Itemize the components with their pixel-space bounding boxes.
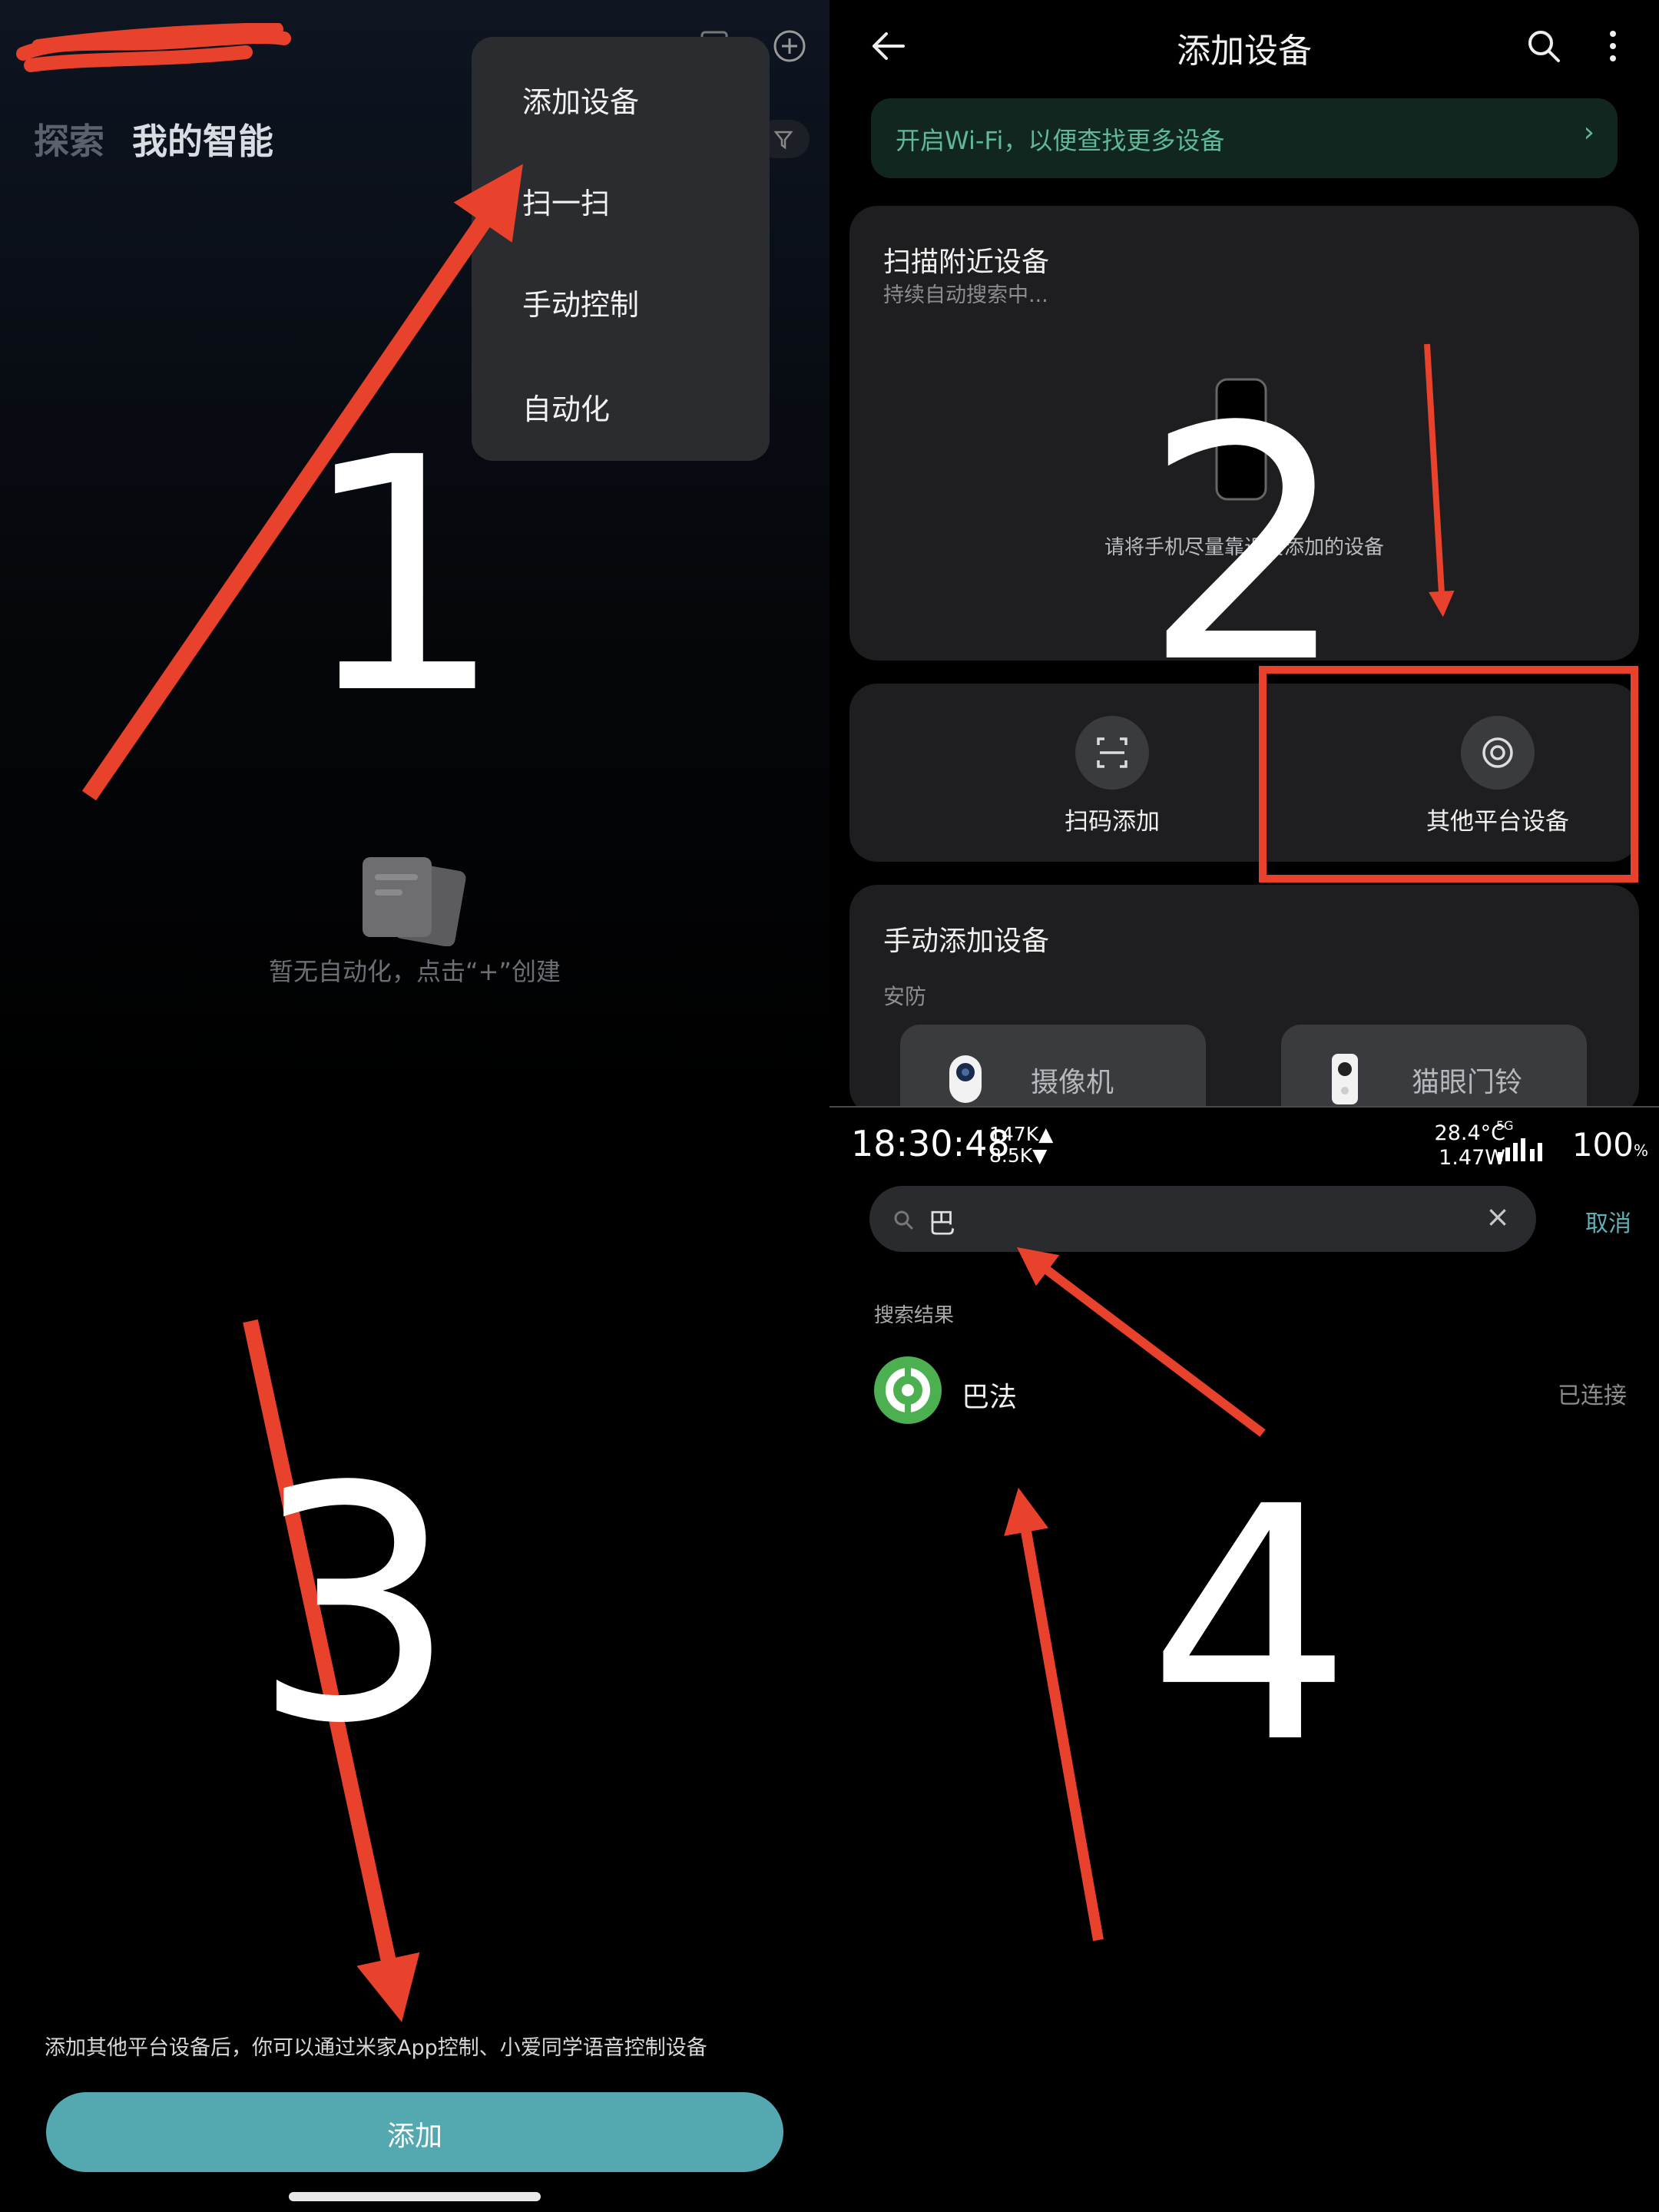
redacted-title-scribble (16, 23, 291, 72)
category-security: 安防 (883, 984, 927, 1009)
search-icon[interactable] (1525, 28, 1562, 65)
search-icon (894, 1210, 913, 1230)
quick-add-card: 扫码添加 其他平台设备 (849, 684, 1639, 862)
network-type: 5G (1496, 1118, 1514, 1133)
search-input[interactable]: 巴 × (869, 1186, 1536, 1252)
scan-subtitle: 持续自动搜索中... (883, 283, 1048, 307)
search-result-row[interactable]: 巴法 已连接 (874, 1356, 1627, 1430)
menu-item-add-device[interactable]: 添加设备 (522, 78, 639, 121)
panel-add-platform-devices: 添加其他平台设备后，你可以通过米家App控制、小爱同学语音控制设备 添加 (0, 1106, 830, 2212)
upload-speed: 147K▲ (989, 1123, 1054, 1145)
device-label-camera: 摄像机 (1031, 1067, 1114, 1098)
bafa-logo-icon (874, 1356, 942, 1424)
menu-item-manual-control[interactable]: 手动控制 (522, 281, 639, 323)
scan-nearby-card: 扫描附近设备 持续自动搜索中... 请将手机尽量靠近要添加的设备 (849, 206, 1639, 661)
tab-my-smart[interactable]: 我的智能 (132, 114, 273, 164)
status-time: 18:30:48 (851, 1123, 1010, 1164)
tab-explore[interactable]: 探索 (34, 114, 104, 164)
wifi-banner-text: 开启Wi-Fi，以便查找更多设备 (896, 126, 1225, 155)
panel-my-smart: 探索 我的智能 添加设备 扫一扫 手动控制 自动化 暂无自动化，点击“+”创建 (0, 0, 830, 1106)
add-button-label: 添加 (386, 2121, 442, 2152)
empty-document-icon (363, 857, 466, 946)
other-platform-icon (1482, 737, 1513, 768)
cancel-button[interactable]: 取消 (1585, 1204, 1631, 1238)
download-speed: 8.5K▼ (989, 1144, 1048, 1167)
manual-add-card: 手动添加设备 安防 摄像机 猫眼门铃 (849, 885, 1639, 1132)
signal-bars-icon (1498, 1138, 1542, 1161)
add-button[interactable]: 添加 (46, 2092, 783, 2172)
add-dropdown-menu: 添加设备 扫一扫 手动控制 自动化 (472, 37, 770, 461)
more-options-icon[interactable] (1605, 29, 1621, 63)
camera-icon (949, 1055, 982, 1103)
menu-item-scan[interactable]: 扫一扫 (522, 180, 610, 222)
battery-readout: 100% (1572, 1126, 1648, 1164)
device-label-doorbell: 猫眼门铃 (1412, 1067, 1523, 1098)
chevron-right-icon: › (1583, 117, 1594, 148)
panel-add-device: 添加设备 开启Wi-Fi，以便查找更多设备 › 扫描附近设备 持续自动搜索中..… (830, 0, 1659, 1132)
result-name: 巴法 (962, 1382, 1018, 1413)
phone-illustration-icon (1215, 378, 1267, 501)
scan-code-button-icon[interactable] (1075, 716, 1149, 790)
add-plus-icon[interactable] (773, 29, 806, 63)
scan-title: 扫描附近设备 (883, 247, 1050, 278)
home-indicator[interactable] (289, 2192, 541, 2201)
wifi-banner[interactable]: 开启Wi-Fi，以便查找更多设备 › (871, 98, 1618, 178)
platform-description: 添加其他平台设备后，你可以通过米家App控制、小爱同学语音控制设备 (45, 2036, 707, 2060)
panel-search-platform: 18:30:48 147K▲ 8.5K▼ 28.4°C 1.47W 5G 100… (830, 1106, 1659, 2212)
empty-state-text: 暂无自动化，点击“+”创建 (269, 957, 561, 986)
battery-level: 100 (1571, 1126, 1634, 1164)
manual-add-title: 手动添加设备 (883, 926, 1050, 957)
search-results-label: 搜索结果 (874, 1304, 955, 1327)
scan-code-label[interactable]: 扫码添加 (989, 802, 1235, 836)
other-platform-label[interactable]: 其他平台设备 (1375, 802, 1621, 836)
panel-divider (830, 1106, 1659, 1108)
search-value: 巴 (928, 1208, 956, 1240)
result-status: 已连接 (1558, 1382, 1627, 1409)
scan-hint: 请将手机尽量靠近要添加的设备 (1104, 536, 1384, 559)
clear-icon[interactable]: × (1485, 1200, 1510, 1233)
doorbell-icon (1332, 1054, 1358, 1104)
menu-item-automation[interactable]: 自动化 (522, 386, 610, 428)
status-bar: 18:30:48 147K▲ 8.5K▼ 28.4°C 1.47W 5G 100… (830, 1106, 1659, 1198)
other-platform-button-icon[interactable] (1461, 716, 1535, 790)
scan-frame-icon (1097, 737, 1128, 768)
battery-unit: % (1633, 1141, 1648, 1160)
